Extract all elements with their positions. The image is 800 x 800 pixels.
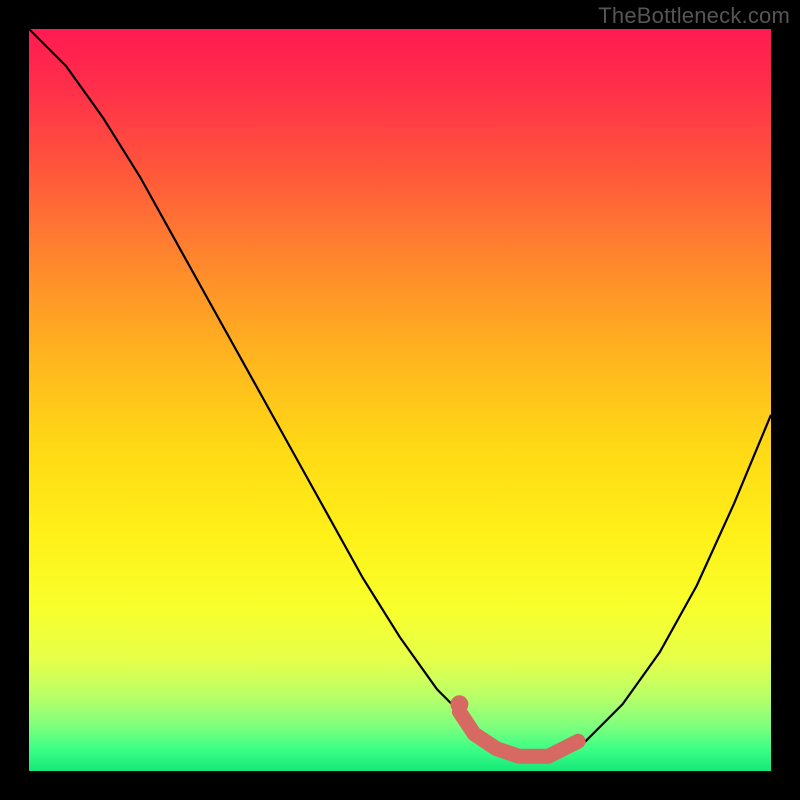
accent-dot (450, 695, 468, 713)
accent-valley (459, 712, 578, 757)
chart-stage: TheBottleneck.com (0, 0, 800, 800)
bottleneck-curve (29, 29, 771, 756)
chart-plot-area (29, 29, 771, 771)
watermark-text: TheBottleneck.com (598, 3, 790, 29)
chart-svg (29, 29, 771, 771)
